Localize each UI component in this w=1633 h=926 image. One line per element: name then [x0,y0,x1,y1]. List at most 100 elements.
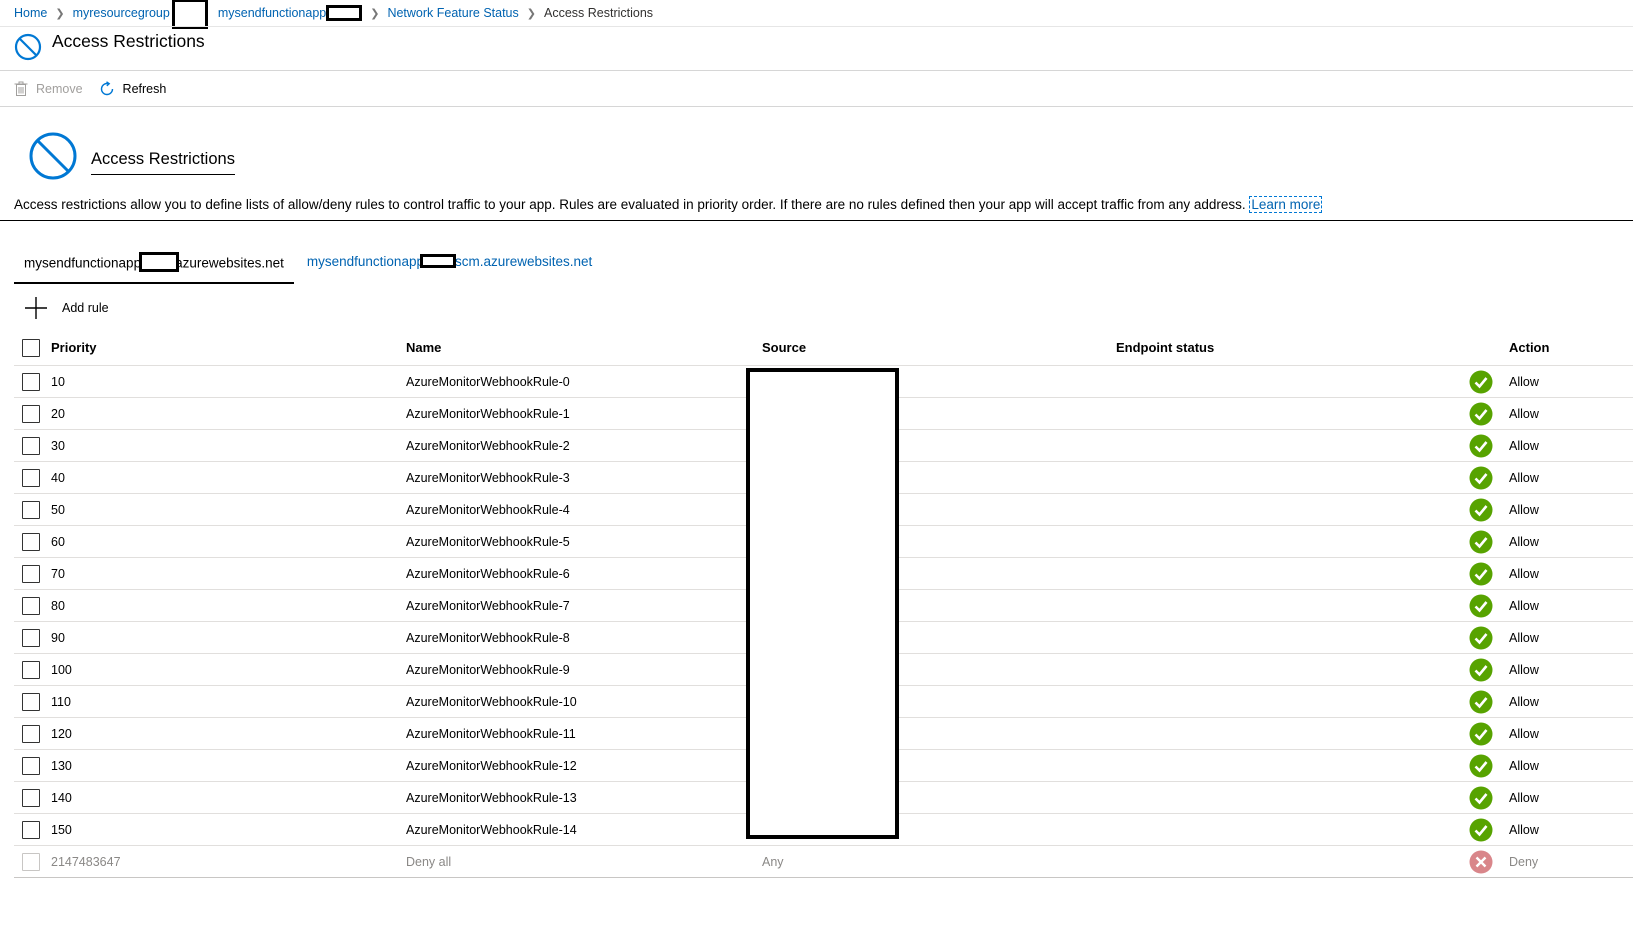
row-checkbox[interactable] [22,372,40,391]
name-cell: AzureMonitorWebhookRule-8 [406,630,570,645]
name-cell: AzureMonitorWebhookRule-2 [406,438,570,453]
row-checkbox-cell [22,846,40,877]
divider [0,70,1633,71]
row-checkbox[interactable] [22,564,40,583]
row-checkbox-cell [22,366,40,397]
action-cell: Allow [1509,470,1539,485]
description-body: Access restrictions allow you to define … [14,197,1246,212]
column-header-action[interactable]: Action [1509,330,1549,365]
tab-scm-prefix: mysendfunctionapp [306,254,424,269]
allow-icon [1469,430,1493,461]
name-cell: AzureMonitorWebhookRule-11 [406,726,576,741]
redaction-box [326,5,363,21]
priority-cell: 30 [51,438,65,453]
plus-icon [25,297,47,319]
breadcrumb-resource-group[interactable]: myresourcegroup [73,6,170,20]
allow-icon [1469,814,1493,845]
action-cell: Allow [1509,598,1539,613]
row-checkbox-cell [22,398,40,429]
remove-button[interactable]: Remove [14,81,83,97]
redaction-box [746,368,899,839]
row-checkbox[interactable] [22,628,40,647]
command-bar: Remove Refresh [14,78,182,100]
action-cell: Allow [1509,502,1539,517]
row-checkbox-cell [22,686,40,717]
page-title: Access Restrictions [52,31,205,51]
chevron-right-icon: ❯ [55,7,65,20]
row-checkbox[interactable] [22,436,40,455]
column-header-source[interactable]: Source [762,330,806,365]
description-text: Access restrictions allow you to define … [14,196,1323,213]
tab-scm-site[interactable]: mysendfunctionapp scm.azurewebsites.net [297,248,602,284]
blocked-circle-icon [29,132,77,180]
name-cell: AzureMonitorWebhookRule-3 [406,470,570,485]
row-checkbox[interactable] [22,404,40,423]
divider [0,220,1633,221]
name-cell: AzureMonitorWebhookRule-4 [406,502,570,517]
row-checkbox-cell [22,462,40,493]
row-checkbox-cell [22,654,40,685]
row-checkbox-cell [22,622,40,653]
row-checkbox[interactable] [22,820,40,839]
action-cell: Allow [1509,694,1539,709]
allow-icon [1469,494,1493,525]
row-checkbox-cell [22,558,40,589]
name-cell: AzureMonitorWebhookRule-1 [406,406,570,421]
priority-cell: 20 [51,406,65,421]
allow-icon [1469,686,1493,717]
name-cell: AzureMonitorWebhookRule-9 [406,662,570,677]
row-checkbox[interactable] [22,596,40,615]
refresh-button[interactable]: Refresh [99,81,167,97]
row-checkbox[interactable] [22,532,40,551]
priority-cell: 80 [51,598,65,613]
breadcrumb-home[interactable]: Home [14,6,47,20]
remove-label: Remove [36,82,83,96]
action-cell: Allow [1509,374,1539,389]
allow-icon [1469,462,1493,493]
allow-icon [1469,782,1493,813]
divider [0,106,1633,107]
divider [0,26,1633,27]
row-checkbox-cell [22,750,40,781]
row-checkbox[interactable] [22,468,40,487]
name-cell: AzureMonitorWebhookRule-6 [406,566,570,581]
name-cell: Deny all [406,854,452,869]
allow-icon [1469,526,1493,557]
row-checkbox[interactable] [22,756,40,775]
row-checkbox[interactable] [22,500,40,519]
tab-main-prefix: mysendfunctionapp [24,255,142,271]
row-checkbox[interactable] [22,724,40,743]
breadcrumb-network-feature-status[interactable]: Network Feature Status [387,6,518,20]
row-checkbox-cell [22,814,40,845]
add-rule-button[interactable]: Add rule [24,296,109,320]
row-checkbox[interactable] [22,660,40,679]
action-cell: Allow [1509,662,1539,677]
tab-scm-suffix: scm.azurewebsites.net [454,254,593,269]
action-cell: Allow [1509,758,1539,773]
priority-cell: 90 [51,630,65,645]
select-all-checkbox[interactable] [22,338,40,357]
breadcrumb-function-app[interactable]: mysendfunctionapp [218,6,326,20]
learn-more-link[interactable]: Learn more [1249,196,1323,213]
name-cell: AzureMonitorWebhookRule-5 [406,534,570,549]
allow-icon [1469,622,1493,653]
table-row[interactable]: 2147483647 Deny all Any Deny [14,846,1633,878]
refresh-label: Refresh [122,82,167,96]
tab-main-site[interactable]: mysendfunctionapp azurewebsites.net [14,248,294,284]
action-cell: Allow [1509,438,1539,453]
priority-cell: 140 [51,790,72,805]
deny-icon [1469,846,1493,877]
row-checkbox[interactable] [22,692,40,711]
name-cell: AzureMonitorWebhookRule-7 [406,598,570,613]
column-header-priority[interactable]: Priority [51,330,97,365]
action-cell: Allow [1509,790,1539,805]
redaction-box [139,252,180,272]
column-header-name[interactable]: Name [406,330,441,365]
chevron-right-icon: ❯ [370,7,380,20]
row-checkbox-cell [22,718,40,749]
allow-icon [1469,718,1493,749]
source-cell: Any [762,854,784,869]
allow-icon [1469,750,1493,781]
row-checkbox[interactable] [22,788,40,807]
column-header-endpoint-status[interactable]: Endpoint status [1116,330,1214,365]
